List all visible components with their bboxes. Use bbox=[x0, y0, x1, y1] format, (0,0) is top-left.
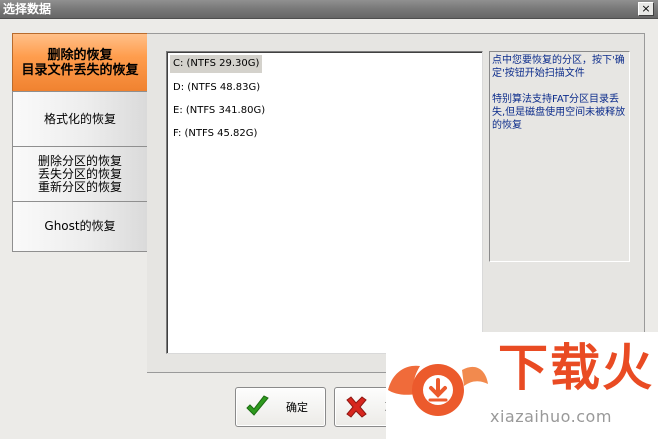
tab-label-line: 删除的恢复 bbox=[47, 47, 113, 63]
title-bar: 选择数据 × bbox=[0, 0, 658, 19]
watermark: 下载火 xiazaihuo.com bbox=[386, 332, 658, 439]
help-info-box: 点中您要恢复的分区，按下'确定'按钮开始扫描文件 特别算法支持FAT分区目录丢失… bbox=[489, 51, 630, 262]
partition-item-e[interactable]: E: (NTFS 341.80G) bbox=[170, 102, 268, 120]
tab-label-line: 丢失分区的恢复 bbox=[37, 166, 122, 181]
tab-deleted-recovery[interactable]: 删除的恢复 目录文件丢失的恢复 bbox=[12, 33, 148, 91]
help-text-fat: 特别算法支持FAT分区目录丢失,但是磁盘使用空间未被释放的恢复 bbox=[492, 94, 626, 131]
close-button[interactable]: × bbox=[638, 2, 654, 16]
tab-label-line: 删除分区的恢复 bbox=[37, 153, 122, 168]
partition-item-d[interactable]: D: (NTFS 48.83G) bbox=[170, 79, 263, 97]
checkmark-icon bbox=[246, 395, 269, 416]
ok-button-label: 确定 bbox=[286, 401, 308, 414]
watermark-url: xiazaihuo.com bbox=[490, 407, 612, 426]
partition-item-f[interactable]: F: (NTFS 45.82G) bbox=[170, 125, 260, 143]
tab-partition-recovery[interactable]: 删除分区的恢复 丢失分区的恢复 重新分区的恢复 bbox=[12, 146, 148, 201]
ok-button[interactable]: 确定 bbox=[235, 387, 326, 427]
partition-list[interactable]: C: (NTFS 29.30G) D: (NTFS 48.83G) E: (NT… bbox=[166, 51, 483, 354]
watermark-logo-icon bbox=[388, 364, 488, 416]
tab-label-line: 目录文件丢失的恢复 bbox=[21, 62, 139, 78]
cross-icon bbox=[346, 396, 367, 418]
tab-format-recovery[interactable]: 格式化的恢复 bbox=[12, 91, 148, 146]
tab-label-line: Ghost的恢复 bbox=[44, 219, 116, 233]
watermark-brand: 下载火 bbox=[498, 339, 654, 397]
partition-item-c[interactable]: C: (NTFS 29.30G) bbox=[170, 55, 263, 73]
tab-ghost-recovery[interactable]: Ghost的恢复 bbox=[12, 201, 148, 252]
tab-label-line: 重新分区的恢复 bbox=[37, 179, 122, 194]
help-text-scan: 点中您要恢复的分区，按下'确定'按钮开始扫描文件 bbox=[492, 55, 625, 79]
tab-label-line: 格式化的恢复 bbox=[43, 111, 116, 126]
window-title: 选择数据 bbox=[3, 2, 52, 16]
